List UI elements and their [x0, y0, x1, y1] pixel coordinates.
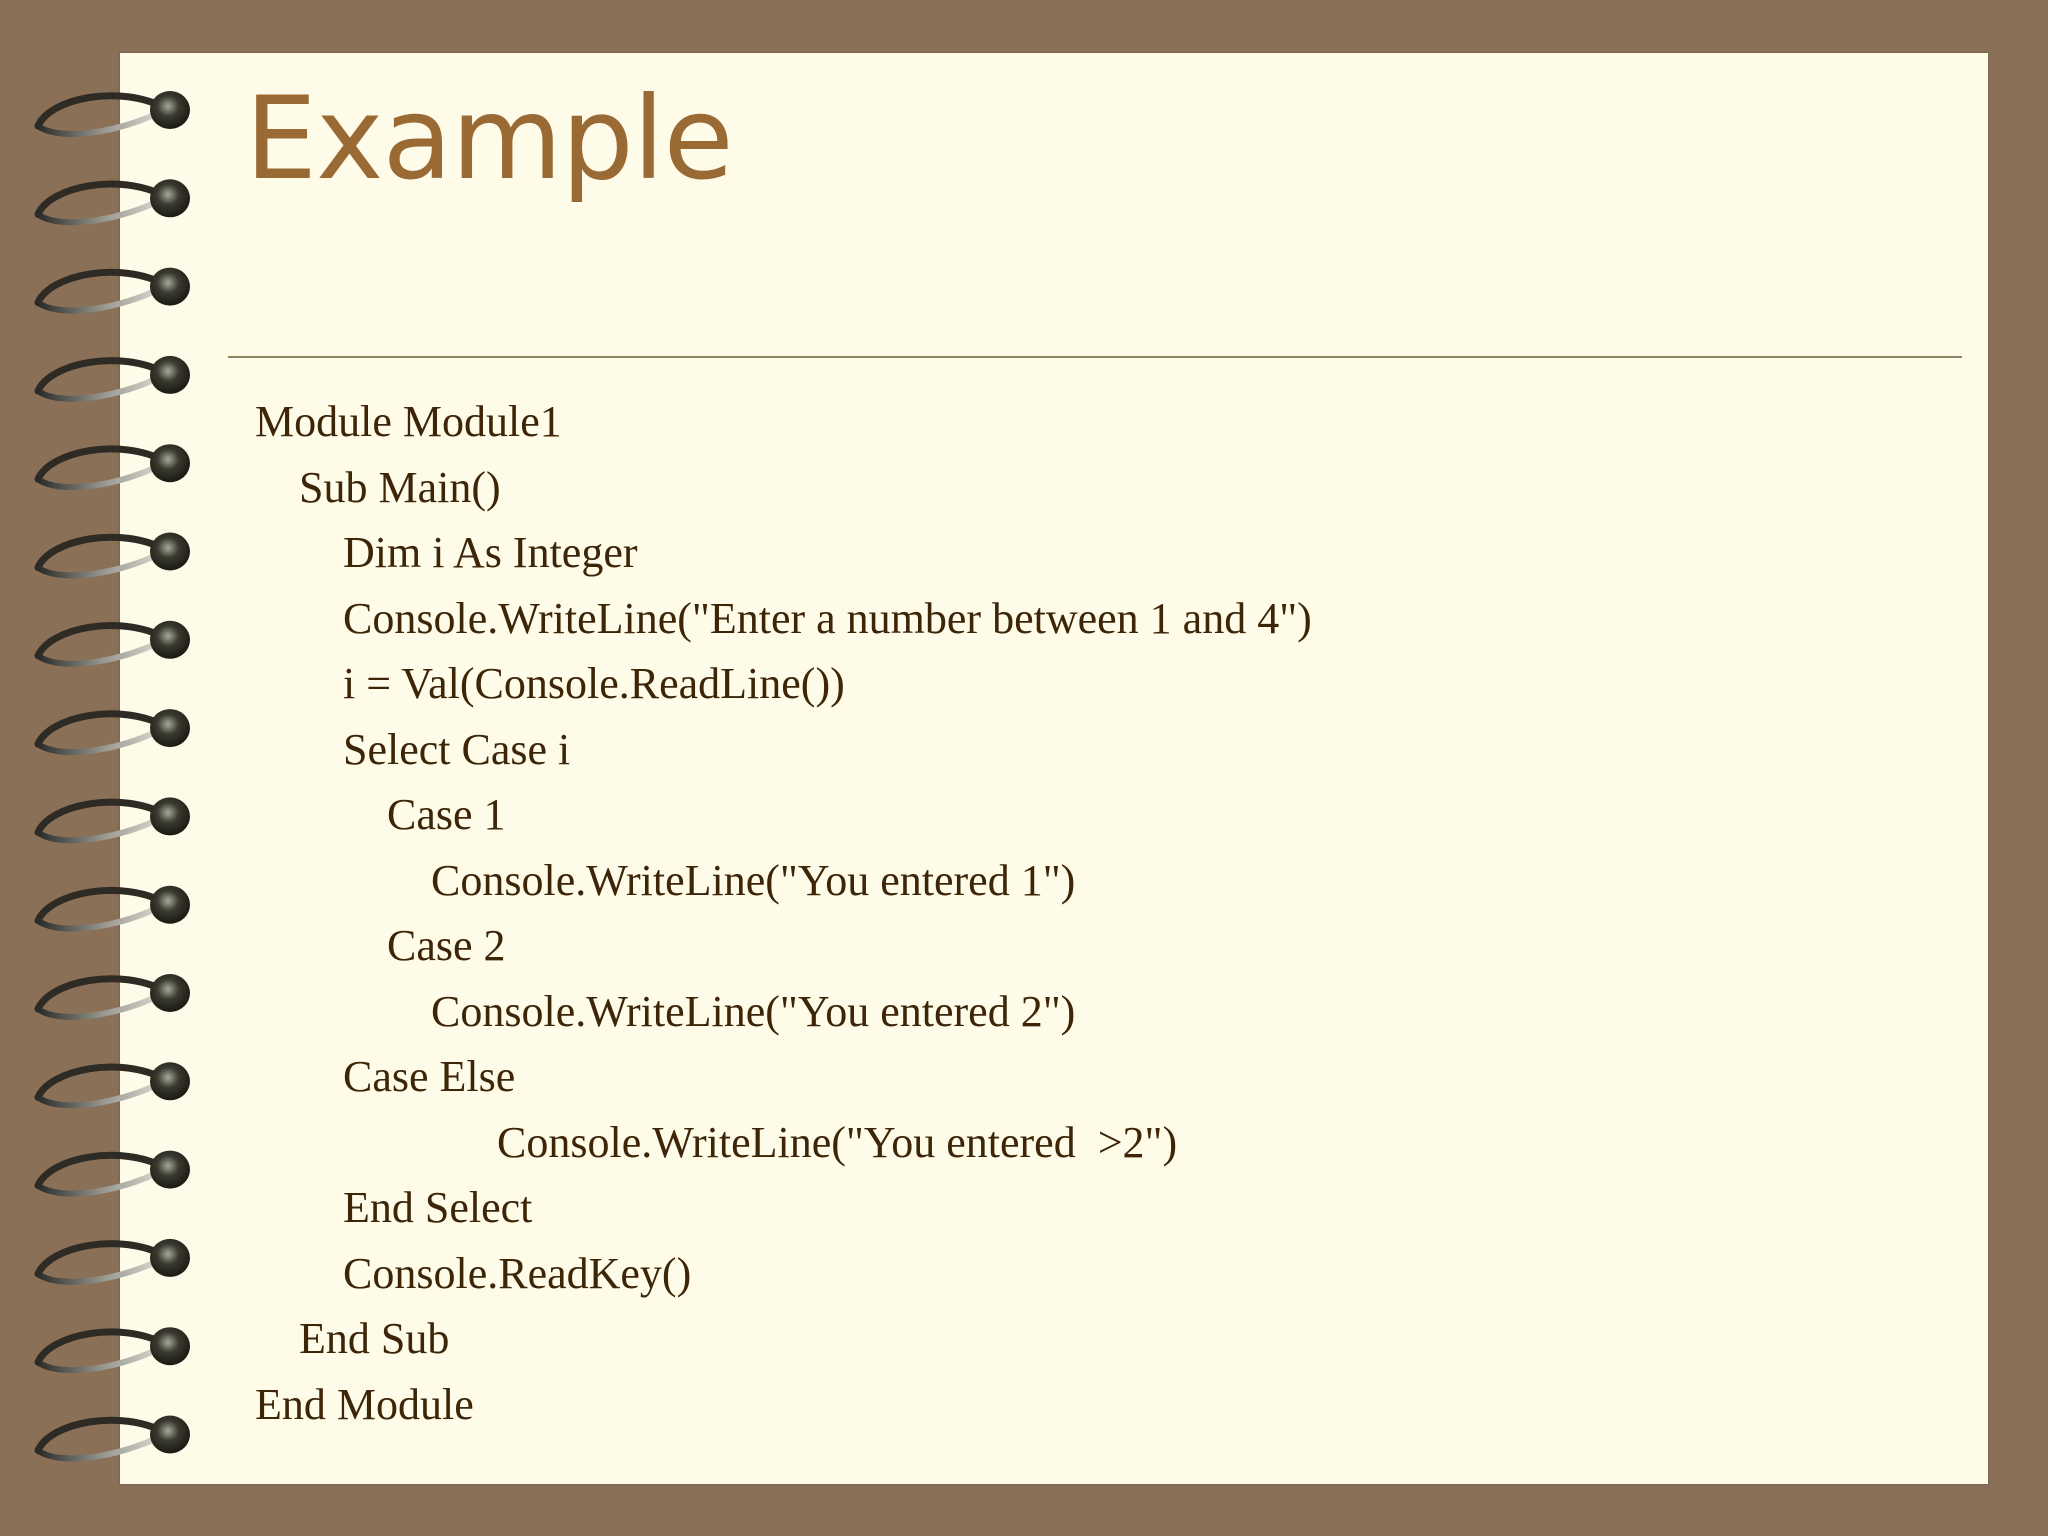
code-line: End Select — [255, 1183, 533, 1232]
code-line: Case 2 — [255, 921, 506, 970]
slide-title: Example — [245, 72, 734, 205]
spiral-ring — [34, 797, 190, 844]
spiral-ring — [34, 267, 190, 314]
code-line: Console.WriteLine("Enter a number betwee… — [255, 593, 1312, 643]
code-block: Module Module1 Sub Main() Dim i As Integ… — [255, 396, 1312, 1444]
code-line: Case 1 — [255, 790, 506, 839]
code-line: Dim i As Integer — [255, 528, 638, 577]
code-line: Module Module1 — [255, 397, 562, 446]
spiral-ring — [34, 620, 190, 667]
code-line: Sub Main() — [255, 462, 501, 512]
code-line: End Module — [255, 1379, 474, 1429]
code-line: Console.WriteLine("You entered 1") — [255, 855, 1076, 905]
code-line: End Sub — [255, 1314, 450, 1363]
code-line: Select Case i — [255, 724, 571, 774]
spiral-ring — [34, 1415, 190, 1462]
spiral-ring — [34, 444, 190, 491]
code-line: Console.ReadKey() — [255, 1248, 692, 1298]
spiral-ring — [34, 709, 190, 756]
spiral-ring — [34, 885, 190, 932]
code-line: Console.WriteLine("You entered >2") — [255, 1117, 1178, 1167]
spiral-ring — [34, 91, 190, 137]
code-line: i = Val(Console.ReadLine()) — [255, 659, 845, 708]
spiral-ring — [34, 1327, 190, 1374]
spiral-binding — [34, 91, 190, 1462]
spiral-ring — [34, 355, 190, 402]
spiral-ring — [34, 974, 190, 1020]
spiral-ring — [34, 1150, 190, 1197]
spiral-ring — [34, 1062, 190, 1109]
spiral-ring — [34, 532, 190, 579]
title-divider — [228, 356, 1962, 358]
code-line: Case Else — [255, 1052, 516, 1101]
code-line: Console.WriteLine("You entered 2") — [255, 986, 1076, 1036]
spiral-ring — [34, 1238, 190, 1285]
spiral-ring — [34, 179, 190, 226]
